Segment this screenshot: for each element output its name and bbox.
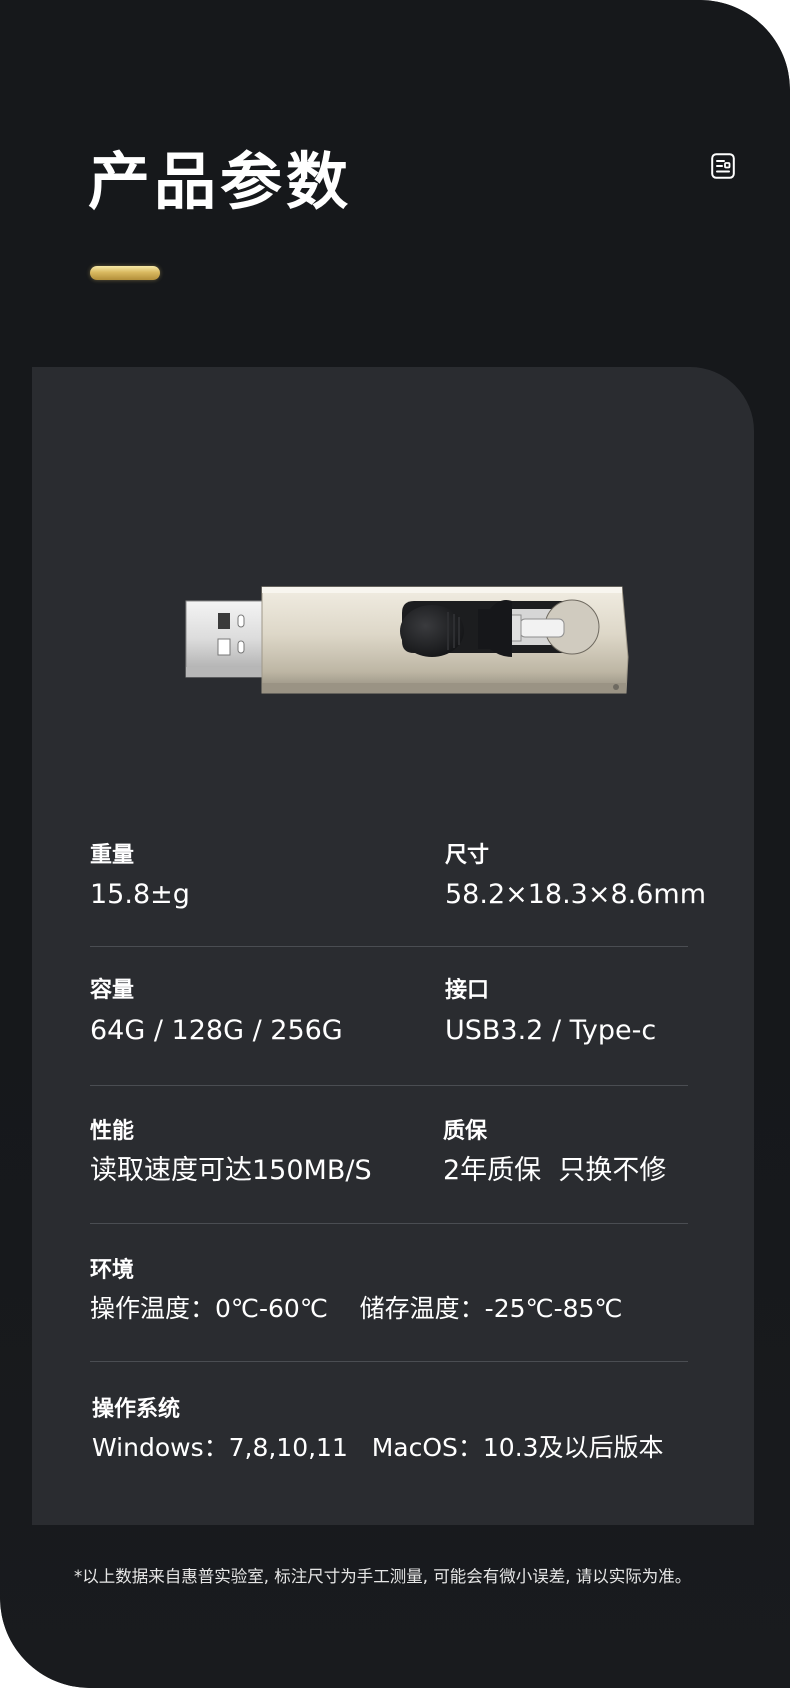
spec-value-os: Windows：7,8,10,11 MacOS：10.3及以后版本	[92, 1433, 664, 1462]
usb-flash-drive-image	[185, 586, 629, 694]
spec-value-capacity: 64G / 128G / 256G	[90, 1015, 343, 1046]
spec-label-os: 操作系统	[92, 1397, 181, 1422]
spec-label-interface: 接口	[445, 978, 490, 1003]
page-title: 产品参数	[88, 145, 353, 218]
spec-value-interface: USB3.2 / Type-c	[445, 1015, 657, 1046]
spec-label-weight: 重量	[90, 843, 135, 868]
spec-value-performance: 读取速度可达150MB/S	[90, 1155, 372, 1186]
spec-value-weight: 15.8±g	[90, 879, 190, 910]
spec-label-capacity: 容量	[90, 978, 135, 1003]
spec-label-performance: 性能	[90, 1119, 135, 1144]
spec-value-size: 58.2×18.3×8.6mm	[445, 879, 707, 910]
divider	[90, 1085, 688, 1086]
title-accent-bar	[90, 266, 160, 280]
spec-value-environment: 操作温度：0℃-60℃ 储存温度：-25℃-85℃	[90, 1294, 623, 1323]
spec-card: 重量 15.8±g 尺寸 58.2×18.3×8.6mm 容量 64G / 12…	[32, 367, 754, 1525]
spec-label-environment: 环境	[90, 1258, 135, 1283]
footnote: *以上数据来自惠普实验室, 标注尺寸为手工测量, 可能会有微小误差, 请以实际为…	[74, 1567, 692, 1586]
page-background: 产品参数 重量 15.8±g 尺寸 58.2×18.3×8.6mm 容量 64G…	[0, 0, 790, 1688]
spec-label-size: 尺寸	[445, 843, 490, 868]
document-icon	[711, 153, 735, 179]
spec-value-warranty: 2年质保 只换不修	[443, 1155, 667, 1186]
spec-label-warranty: 质保	[443, 1119, 488, 1144]
divider	[90, 1361, 688, 1362]
divider	[90, 1223, 688, 1224]
divider	[90, 946, 688, 947]
